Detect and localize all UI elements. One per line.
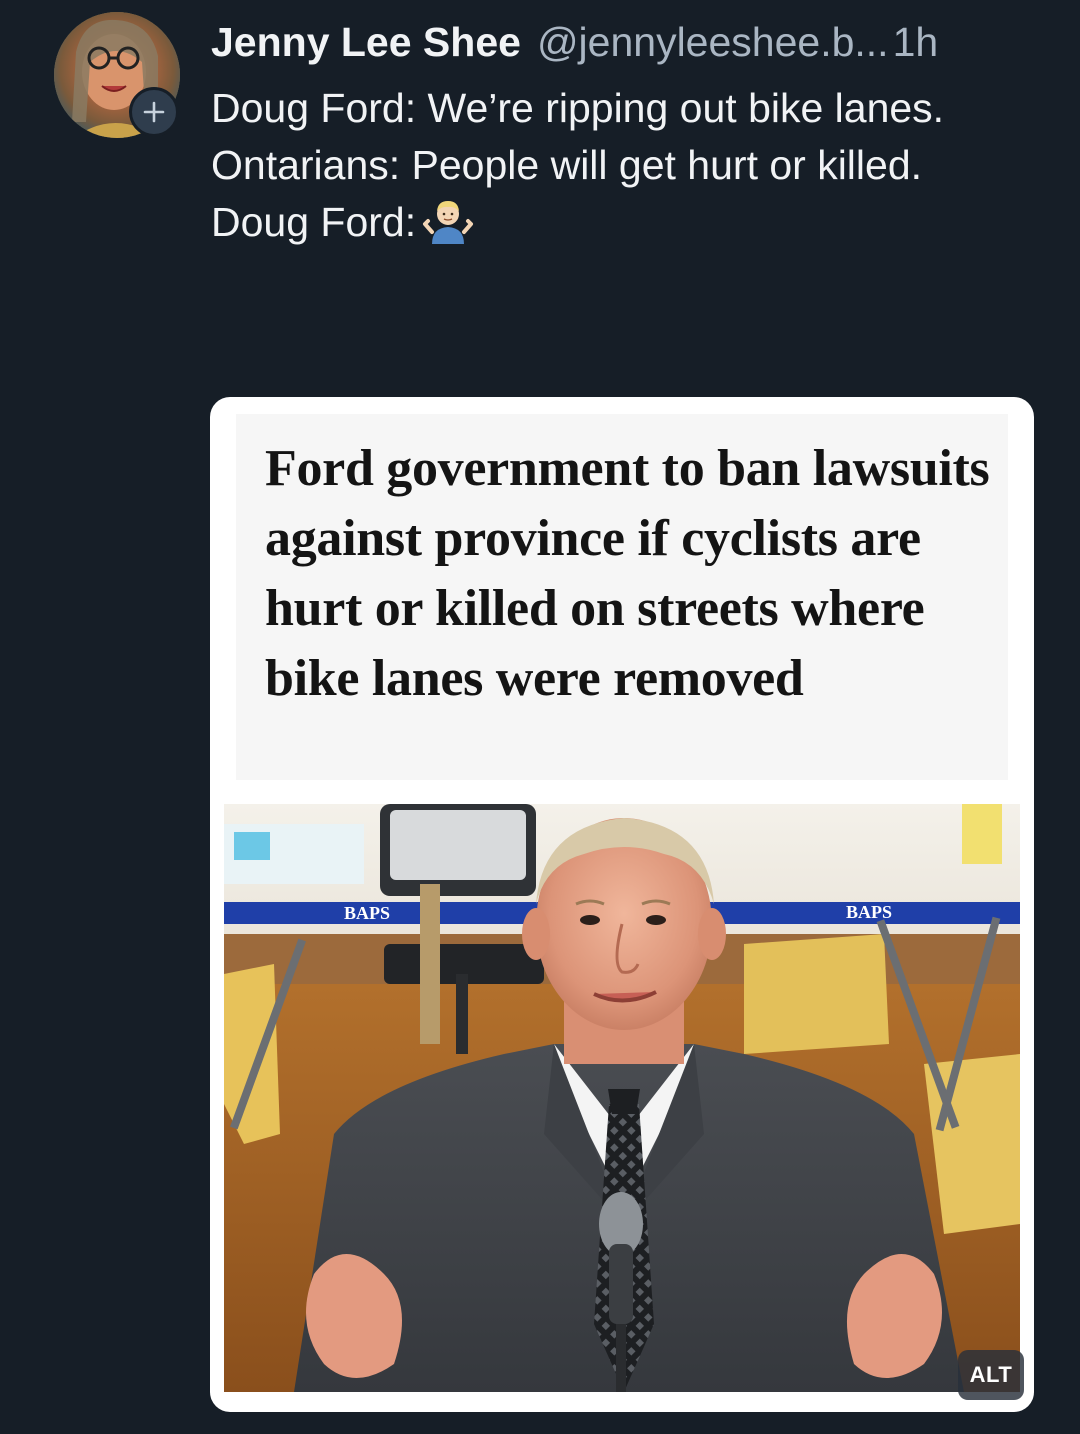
alt-text-badge[interactable]: ALT: [958, 1350, 1024, 1400]
svg-text:BAPS: BAPS: [846, 902, 892, 922]
press-conference-photo: BAPS BAPS: [224, 804, 1020, 1392]
news-headline: Ford government to ban lawsuits against …: [265, 440, 990, 707]
post-text-line: Doug Ford: We’re ripping out bike lanes.: [211, 85, 945, 131]
plus-icon: [143, 101, 165, 123]
post-text: Doug Ford: We’re ripping out bike lanes.…: [211, 80, 1031, 251]
post-text-line: Doug Ford: 🤷🏼‍♂️: [211, 194, 1031, 251]
post-header: Jenny Lee Shee @jennyleeshee.b... 1h: [211, 14, 1051, 70]
shrug-emoji: 🤷🏼‍♂️: [423, 201, 474, 244]
svg-text:BAPS: BAPS: [344, 903, 390, 923]
press-conference-illustration: BAPS BAPS: [224, 804, 1020, 1392]
follow-button[interactable]: [129, 87, 179, 137]
media-image-card[interactable]: Ford government to ban lawsuits against …: [210, 397, 1034, 1412]
headline-box: Ford government to ban lawsuits against …: [236, 414, 1008, 780]
author-handle[interactable]: @jennyleeshee.b...: [537, 14, 889, 70]
post-text-line-label: Doug Ford:: [211, 199, 417, 245]
post: Jenny Lee Shee @jennyleeshee.b... 1h Dou…: [0, 0, 1080, 1434]
author-display-name[interactable]: Jenny Lee Shee: [211, 14, 521, 70]
post-text-line: Ontarians: People will get hurt or kille…: [211, 142, 923, 188]
post-timestamp[interactable]: 1h: [893, 14, 939, 70]
